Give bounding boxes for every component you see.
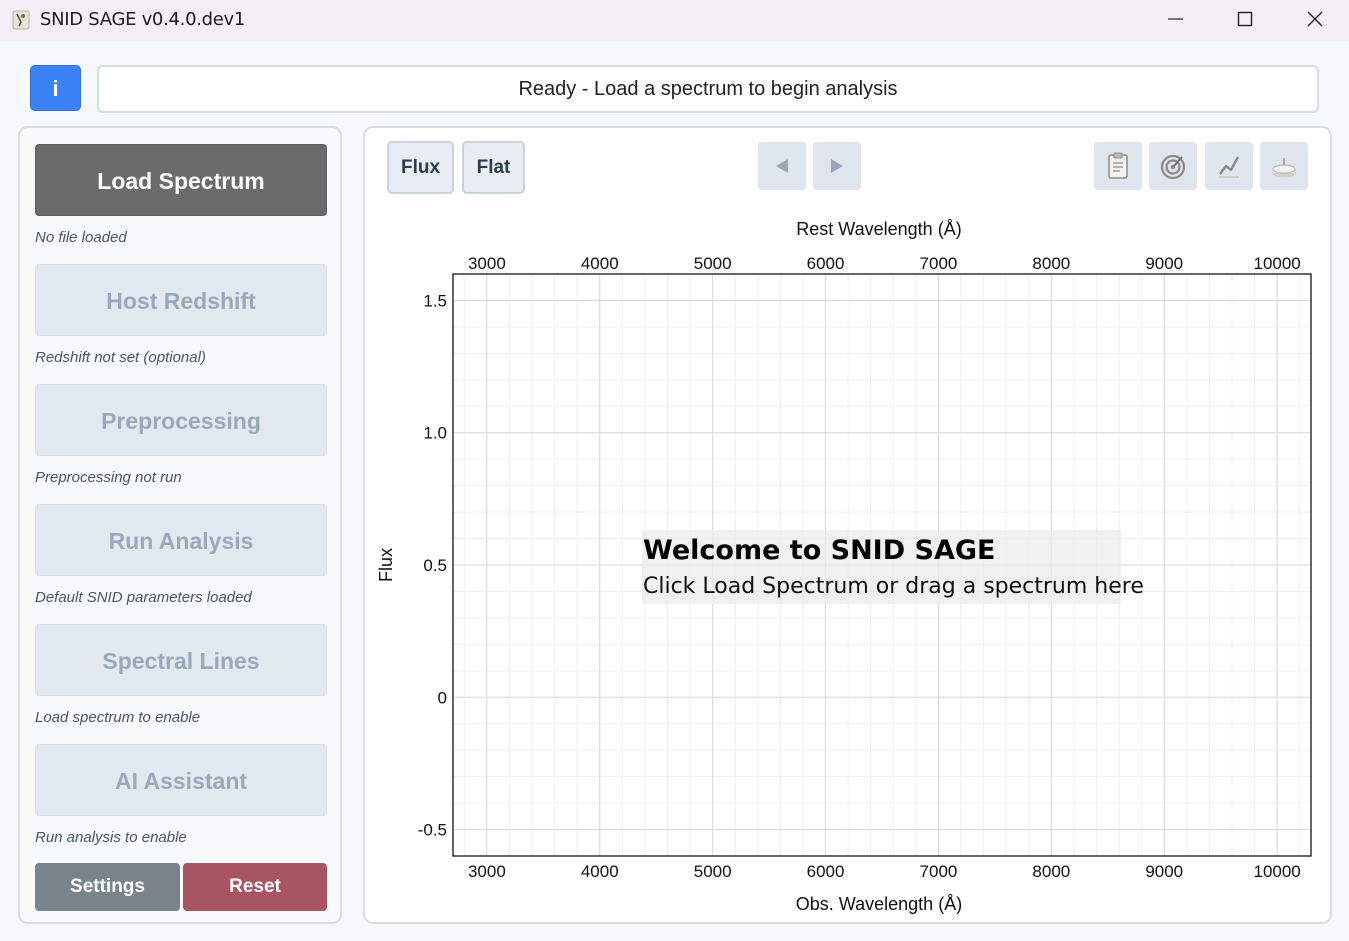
run-analysis-status: Default SNID parameters loaded <box>35 589 252 606</box>
info-button[interactable]: i <box>30 65 81 111</box>
spectral-lines-button[interactable]: Spectral Lines <box>35 624 327 696</box>
obs-wavelength-tick-label: 5000 <box>694 862 732 881</box>
obs-wavelength-tick-label: 3000 <box>468 862 506 881</box>
flux-tick-label: 1.0 <box>423 424 447 443</box>
maximize-icon <box>1237 11 1253 27</box>
obs-wavelength-tick-label: 9000 <box>1145 862 1183 881</box>
run-analysis-button[interactable]: Run Analysis <box>35 504 327 576</box>
rest-wavelength-axis-title: Rest Wavelength (Å) <box>796 219 961 239</box>
ai-assistant-status: Run analysis to enable <box>35 829 187 846</box>
obs-wavelength-axis-title: Obs. Wavelength (Å) <box>796 894 962 914</box>
settings-button[interactable]: Settings <box>35 863 180 911</box>
welcome-title: Welcome to SNID SAGE <box>643 535 996 566</box>
welcome-overlay: Welcome to SNID SAGE Click Load Spectrum… <box>642 530 1144 604</box>
flux-tick-label: -0.5 <box>418 821 447 840</box>
flux-tick-label: 0 <box>438 688 447 707</box>
rest-wavelength-tick-label: 8000 <box>1032 254 1070 273</box>
obs-wavelength-tick-label: 10000 <box>1253 862 1300 881</box>
flux-tick-label: 1.5 <box>423 291 447 310</box>
rest-wavelength-tick-label: 5000 <box>694 254 732 273</box>
flux-axis-title: Flux <box>376 548 396 582</box>
workflow-panel: Load Spectrum No file loaded Host Redshi… <box>18 126 342 924</box>
main-area: i Ready - Load a spectrum to begin analy… <box>0 41 1349 941</box>
plot-panel: Flux Flat 3000 3000 4000 4000 5000 5000 … <box>363 126 1332 924</box>
load-spectrum-status: No file loaded <box>35 229 127 246</box>
host-redshift-status: Redshift not set (optional) <box>35 349 206 366</box>
minimize-icon <box>1168 18 1183 20</box>
status-bar: Ready - Load a spectrum to begin analysi… <box>97 65 1319 113</box>
rest-wavelength-tick-label: 7000 <box>920 254 958 273</box>
host-redshift-button[interactable]: Host Redshift <box>35 264 327 336</box>
spectrum-plot[interactable]: 3000 3000 4000 4000 5000 5000 6000 6000 7000 7000… <box>365 128 1330 922</box>
window-title: SNID SAGE v0.4.0.dev1 <box>40 9 246 30</box>
title-bar: SNID SAGE v0.4.0.dev1 <box>0 0 1349 41</box>
preprocessing-button[interactable]: Preprocessing <box>35 384 327 456</box>
obs-wavelength-tick-label: 8000 <box>1032 862 1070 881</box>
close-icon <box>1307 11 1323 27</box>
welcome-subtitle: Click Load Spectrum or drag a spectrum h… <box>643 574 1144 599</box>
rest-wavelength-tick-label: 3000 <box>468 254 506 273</box>
maximize-button[interactable] <box>1222 0 1268 40</box>
snid-sage-app-icon <box>12 10 30 30</box>
rest-wavelength-tick-label: 6000 <box>807 254 845 273</box>
obs-wavelength-tick-label: 4000 <box>581 862 619 881</box>
preprocessing-status: Preprocessing not run <box>35 469 182 486</box>
close-button[interactable] <box>1292 0 1338 40</box>
spectral-lines-status: Load spectrum to enable <box>35 709 201 726</box>
load-spectrum-button[interactable]: Load Spectrum <box>35 144 327 216</box>
minimize-button[interactable] <box>1152 0 1198 40</box>
obs-wavelength-tick-label: 7000 <box>920 862 958 881</box>
ai-assistant-button[interactable]: AI Assistant <box>35 744 327 816</box>
reset-button[interactable]: Reset <box>183 863 327 911</box>
flux-tick-label: 0.5 <box>423 556 447 575</box>
rest-wavelength-tick-label: 4000 <box>581 254 619 273</box>
obs-wavelength-tick-label: 6000 <box>807 862 845 881</box>
rest-wavelength-tick-label: 9000 <box>1145 254 1183 273</box>
rest-wavelength-tick-label: 10000 <box>1253 254 1300 273</box>
